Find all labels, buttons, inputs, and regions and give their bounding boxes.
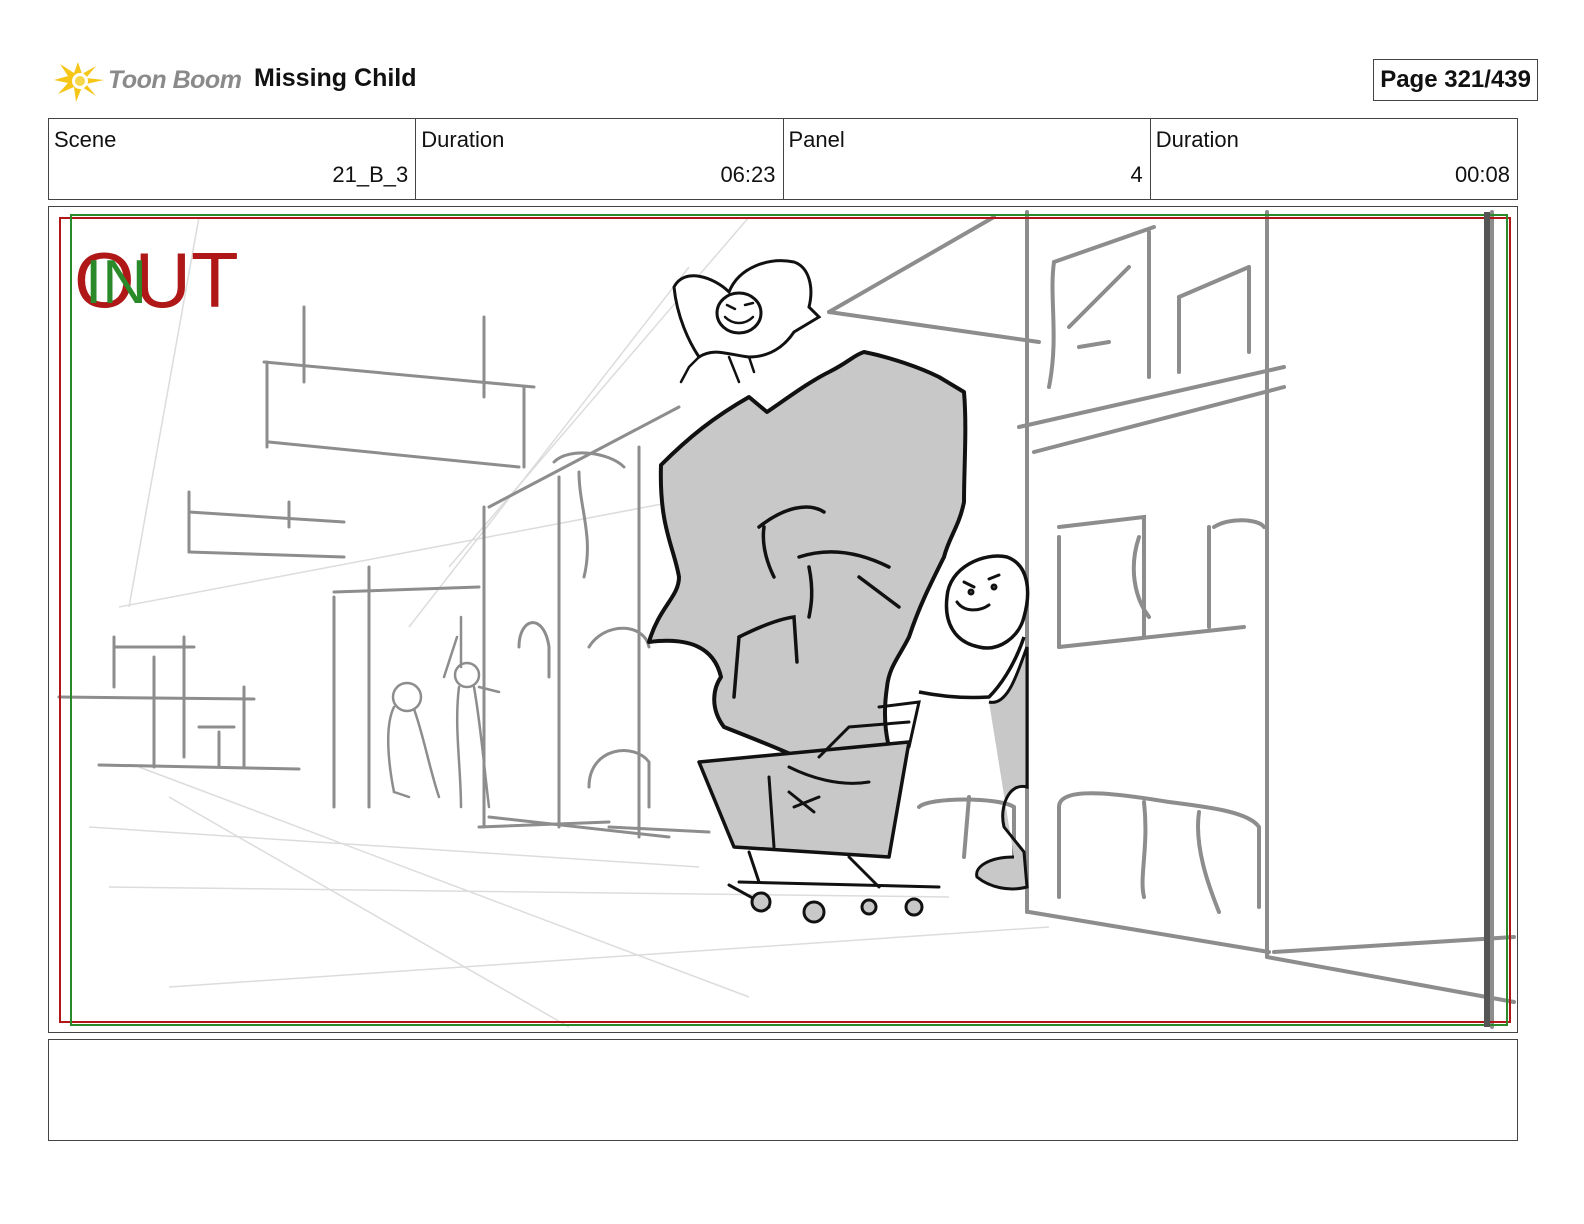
storyboard-header: Toon Boom Missing Child Page 321/439: [48, 52, 1538, 108]
scene-info-table: Scene 21_B_3 Duration 06:23 Panel 4 Dura…: [48, 118, 1518, 200]
page-number: Page 321/439: [1380, 66, 1531, 93]
panel-duration-cell: Duration 00:08: [1151, 119, 1517, 199]
right-storefront: [827, 210, 1516, 1029]
scene-duration-label: Duration: [421, 127, 505, 152]
page-indicator: Page 321/439: [1373, 59, 1538, 101]
logo-text: Toon Boom: [108, 66, 242, 94]
storyboard-panel: OUT IN: [48, 206, 1518, 1033]
project-title: Missing Child: [254, 64, 417, 92]
panel-cell: Panel 4: [784, 119, 1151, 199]
scene-duration-cell: Duration 06:23: [416, 119, 784, 199]
background-buildings: [57, 305, 711, 839]
in-label: IN: [85, 248, 147, 317]
panel-duration-label: Duration: [1155, 127, 1239, 152]
panel-duration-value: 00:08: [1454, 162, 1510, 187]
scene-label: Scene: [54, 127, 117, 152]
panel-notes: [48, 1039, 1518, 1141]
toon-boom-logo: Toon Boom: [52, 56, 242, 106]
background-people: [386, 615, 501, 809]
scene-cell: Scene 21_B_3: [49, 119, 417, 199]
panel-value: 4: [1130, 162, 1143, 187]
panel-sketch: OUT IN: [57, 210, 1516, 1029]
scene-duration-value: 06:23: [720, 162, 776, 187]
top-character: [672, 259, 822, 384]
scene-value: 21_B_3: [332, 162, 409, 187]
pushing-character: [918, 554, 1030, 891]
panel-label: Panel: [788, 127, 845, 152]
starburst-icon: [54, 62, 104, 102]
